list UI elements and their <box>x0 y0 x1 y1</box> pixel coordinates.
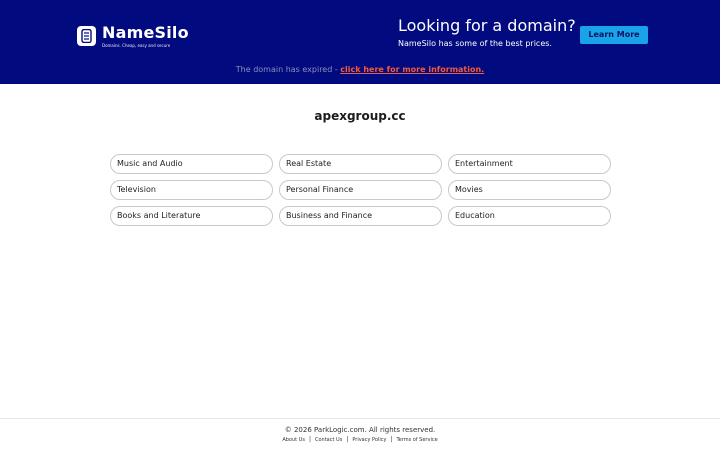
category-movies[interactable]: Movies <box>448 180 611 200</box>
logo-tagline: Domains. Cheap, easy and secure <box>102 43 171 48</box>
learn-more-button[interactable]: Learn More <box>580 26 648 44</box>
expired-notice-text: The domain has expired - <box>235 65 341 74</box>
promo-subtitle: NameSilo has some of the best prices. <box>398 39 552 48</box>
footer-separator: | <box>346 436 349 443</box>
promo-title: Looking for a domain? <box>398 16 576 35</box>
category-personal-finance[interactable]: Personal Finance <box>279 180 442 200</box>
expired-notice: The domain has expired - click here for … <box>0 65 720 75</box>
category-books-and-literature[interactable]: Books and Literature <box>110 206 273 226</box>
more-info-link[interactable]: click here for more information. <box>340 65 484 74</box>
footer-link-about-us[interactable]: About Us <box>282 437 305 443</box>
category-education[interactable]: Education <box>448 206 611 226</box>
category-business-and-finance[interactable]: Business and Finance <box>279 206 442 226</box>
footer-separator: | <box>390 436 393 443</box>
copyright-text: © 2026 ParkLogic.com. All rights reserve… <box>284 426 436 434</box>
category-music-and-audio[interactable]: Music and Audio <box>110 154 273 174</box>
category-entertainment[interactable]: Entertainment <box>448 154 611 174</box>
server-icon <box>77 26 96 46</box>
footer-links: About Us | Contact Us | Privacy Policy | Terms… <box>0 436 720 444</box>
footer-separator: | <box>308 436 311 443</box>
footer-link-terms-of-service[interactable]: Terms of Service <box>396 437 437 443</box>
footer-divider <box>0 418 720 419</box>
domain-title: apexgroup.cc <box>314 109 406 123</box>
category-real-estate[interactable]: Real Estate <box>279 154 442 174</box>
namesilo-logo[interactable]: NameSilo Domains. Cheap, easy and secure <box>77 24 189 48</box>
footer-link-privacy-policy[interactable]: Privacy Policy <box>352 437 386 443</box>
category-television[interactable]: Television <box>110 180 273 200</box>
header-banner: NameSilo Domains. Cheap, easy and secure… <box>0 0 720 84</box>
footer-link-contact-us[interactable]: Contact Us <box>315 437 342 443</box>
category-grid: Music and Audio Real Estate Entertainmen… <box>110 154 611 226</box>
logo-name: NameSilo <box>102 23 189 42</box>
